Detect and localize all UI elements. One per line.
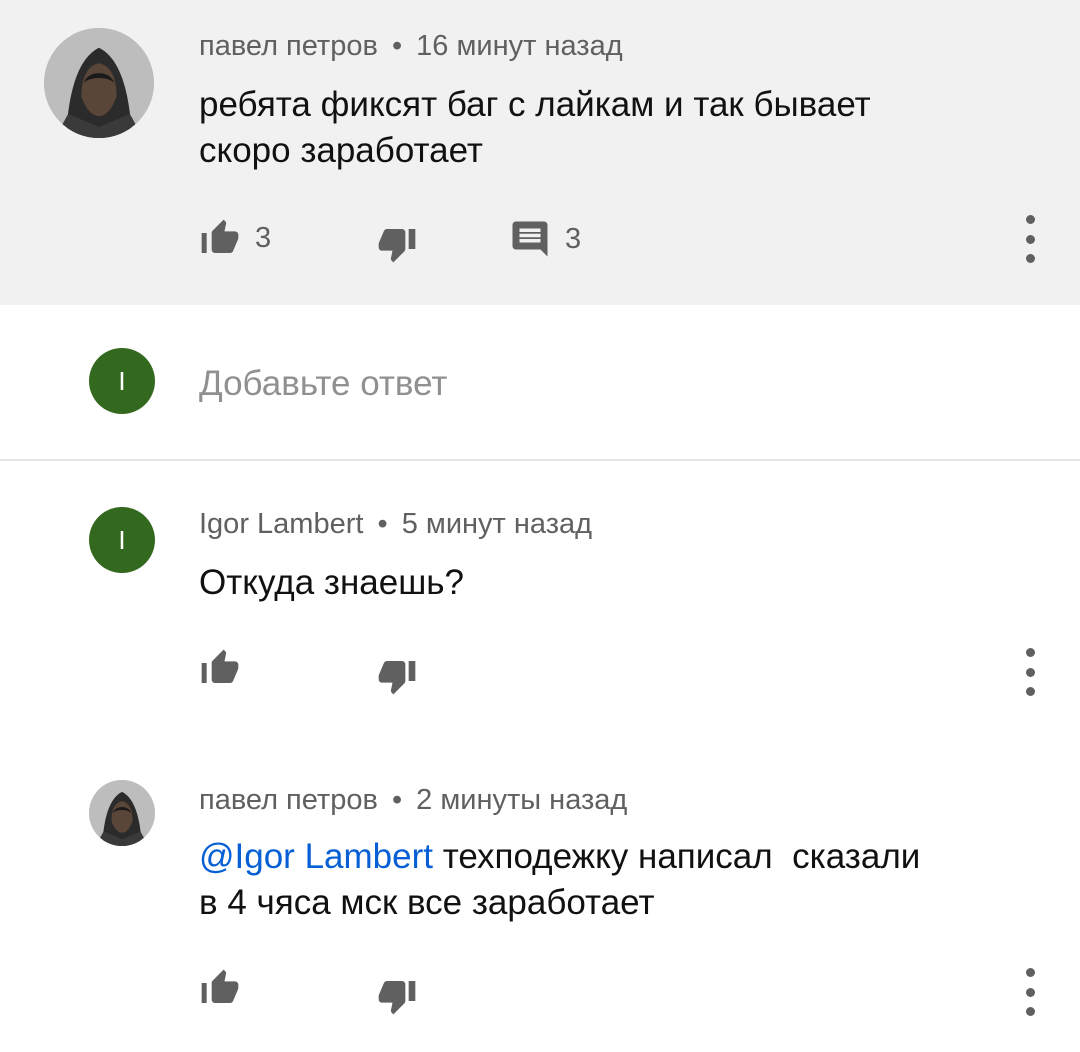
comment-time[interactable]: 2 минуты назад [416, 784, 627, 816]
author-name[interactable]: Igor Lambert [199, 508, 363, 540]
comment-text-rest: техподежку написал сказали [432, 837, 921, 876]
comment-meta: павел петров • 2 минуты назад [199, 784, 627, 817]
comment-text: Откуда знаешь? [199, 560, 464, 606]
thumbs-up-icon [201, 969, 239, 1003]
author-name[interactable]: павел петров [199, 30, 378, 62]
divider [0, 459, 1080, 461]
comment-text-line: скоро заработает [199, 131, 483, 170]
mention-link[interactable]: @Igor Lambert [199, 837, 433, 876]
comment-text-line: ребята фиксят баг с лайкам и так бывает [199, 85, 871, 124]
comment-text: @Igor Lambert техподежку написал сказали… [199, 834, 920, 926]
thumbs-up-icon [201, 219, 239, 253]
comment-meta: павел петров • 16 минут назад [199, 30, 623, 63]
thumbs-down-icon [378, 981, 416, 1015]
meta-separator: • [391, 30, 403, 62]
author-name[interactable]: павел петров [199, 784, 378, 816]
comment-text: ребята фиксят баг с лайкам и так бывает … [199, 82, 871, 174]
avatar-letter: I [118, 524, 126, 555]
more-vertical-icon[interactable] [1020, 648, 1040, 696]
my-avatar: I [89, 348, 155, 414]
thumbs-down-icon [378, 661, 416, 695]
author-avatar[interactable]: I [89, 507, 155, 573]
dislike-button[interactable] [376, 656, 418, 696]
more-vertical-icon[interactable] [1020, 215, 1040, 263]
comment-text-line: @Igor Lambert техподежку написал сказали [199, 834, 920, 880]
meta-separator: • [391, 784, 403, 816]
comment-time[interactable]: 16 минут назад [416, 30, 622, 62]
comment-text-line: Откуда знаешь? [199, 563, 464, 602]
author-avatar[interactable] [44, 28, 154, 138]
like-button[interactable]: 3 [199, 218, 271, 258]
meta-separator: • [377, 508, 388, 540]
dislike-button[interactable] [376, 976, 418, 1016]
like-button[interactable] [199, 968, 241, 1008]
add-reply-input[interactable]: Добавьте ответ [199, 364, 447, 404]
hooded-figure-avatar-icon [89, 780, 155, 846]
avatar-letter: I [118, 365, 126, 396]
comment-icon [512, 221, 548, 257]
author-avatar[interactable] [89, 780, 155, 846]
more-vertical-icon[interactable] [1020, 968, 1040, 1016]
dislike-button[interactable] [376, 224, 418, 264]
reply-count: 3 [565, 222, 582, 255]
like-count: 3 [255, 221, 272, 254]
hooded-figure-avatar-icon [44, 28, 154, 138]
comment-text-line: в 4 чяса мск все заработает [199, 883, 655, 922]
like-button[interactable] [199, 648, 241, 688]
thumbs-down-icon [378, 229, 416, 263]
replies-button[interactable]: 3 [509, 218, 581, 260]
comment-meta: Igor Lambert • 5 минут назад [199, 508, 592, 541]
thumbs-up-icon [201, 649, 239, 683]
comment-time[interactable]: 5 минут назад [402, 508, 592, 540]
